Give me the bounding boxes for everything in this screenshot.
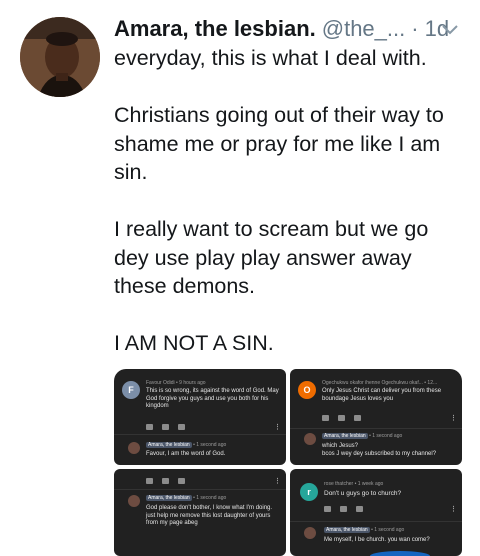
comment-actions (324, 505, 372, 513)
reply-text: which Jesus? bcos J wey dey subscribed t… (322, 443, 437, 457)
more-vert-icon[interactable]: ⋮ (274, 423, 281, 431)
reply-meta-line: Amara, the lesbian • 1 second ago (322, 433, 402, 439)
commenter-avatar: O (298, 381, 316, 399)
media-image-4[interactable]: r rose thatcher • 1 week ago Don't u guy… (290, 469, 462, 556)
like-icon[interactable] (146, 424, 153, 430)
tweet-header: Amara, the lesbian. @the_... · 1d (114, 14, 470, 44)
reply-icon[interactable] (356, 506, 363, 512)
reply-icon[interactable] (354, 415, 361, 421)
like-icon[interactable] (322, 415, 329, 421)
reply-meta-line: Amara, the lesbian • 1 second ago (146, 495, 226, 501)
reply-meta: • 1 second ago (371, 527, 405, 533)
reply-meta: • 1 second ago (193, 495, 227, 501)
reply-meta-line: Amara, the lesbian • 1 second ago (146, 442, 226, 448)
commenter-avatar: r (300, 483, 318, 501)
dislike-icon[interactable] (340, 506, 347, 512)
divider (290, 521, 462, 522)
divider (114, 434, 286, 435)
tweet-text: everyday, this is what I deal with. Chri… (114, 46, 444, 355)
author-badge: Amara, the lesbian (146, 442, 192, 448)
more-vert-icon[interactable]: ⋮ (450, 505, 457, 513)
divider (114, 489, 286, 490)
media-image-3[interactable]: ⋮ Amara, the lesbian • 1 second ago God … (114, 469, 286, 556)
comment-text: Only Jesus Christ can deliver you from t… (322, 388, 442, 402)
partial-video-element (370, 551, 430, 556)
reply-meta: • 1 second ago (193, 442, 227, 448)
reply-avatar (304, 527, 316, 539)
dislike-icon[interactable] (338, 415, 345, 421)
media-image-2[interactable]: O Ogechukwu okafor ihenne Ogechukwu okaf… (290, 369, 462, 465)
divider (290, 428, 462, 429)
comment-text: Don't u guys go to church? (324, 490, 402, 497)
reply-text: Favour, I am the word of God. (146, 451, 226, 457)
dislike-icon[interactable] (162, 478, 169, 484)
like-icon[interactable] (324, 506, 331, 512)
reply-avatar (304, 433, 316, 445)
more-vert-icon[interactable]: ⋮ (274, 477, 281, 485)
profile-photo (20, 17, 100, 97)
chevron-down-icon[interactable] (440, 20, 460, 40)
like-icon[interactable] (146, 478, 153, 484)
media-image-1[interactable]: F Favour Odidi • 9 hours ago This is so … (114, 369, 286, 465)
author-badge: Amara, the lesbian (146, 495, 192, 501)
more-vert-icon[interactable]: ⋮ (450, 414, 457, 422)
author-badge: Amara, the lesbian (322, 433, 368, 439)
reply-meta-line: Amara, the lesbian • 1 second ago (324, 527, 404, 533)
reply-icon[interactable] (178, 424, 185, 430)
comment-actions (322, 414, 370, 422)
reply-avatar (128, 495, 140, 507)
comment-meta: rose thatcher • 1 week ago (324, 481, 384, 487)
reply-text: Me myself, I be church. you wan come? (324, 537, 430, 543)
reply-icon[interactable] (178, 478, 185, 484)
comment-actions (146, 477, 194, 485)
user-handle[interactable]: @the_... (322, 16, 406, 42)
avatar[interactable] (20, 17, 100, 97)
reply-avatar (128, 442, 140, 454)
comment-actions (146, 423, 194, 431)
reply-meta: • 1 second ago (369, 433, 403, 439)
display-name[interactable]: Amara, the lesbian. (114, 16, 316, 42)
comment-text: This is so wrong, its against the word o… (146, 388, 279, 409)
separator-dot: · (411, 16, 419, 41)
author-badge: Amara, the lesbian (324, 527, 370, 533)
reply-text: God please don't bother, I know what I'm… (146, 505, 273, 526)
commenter-avatar: F (122, 381, 140, 399)
comment-meta: Favour Odidi • 9 hours ago (146, 380, 206, 386)
dislike-icon[interactable] (162, 424, 169, 430)
comment-meta: Ogechukwu okafor ihenne Ogechukwu okaf..… (322, 380, 438, 386)
